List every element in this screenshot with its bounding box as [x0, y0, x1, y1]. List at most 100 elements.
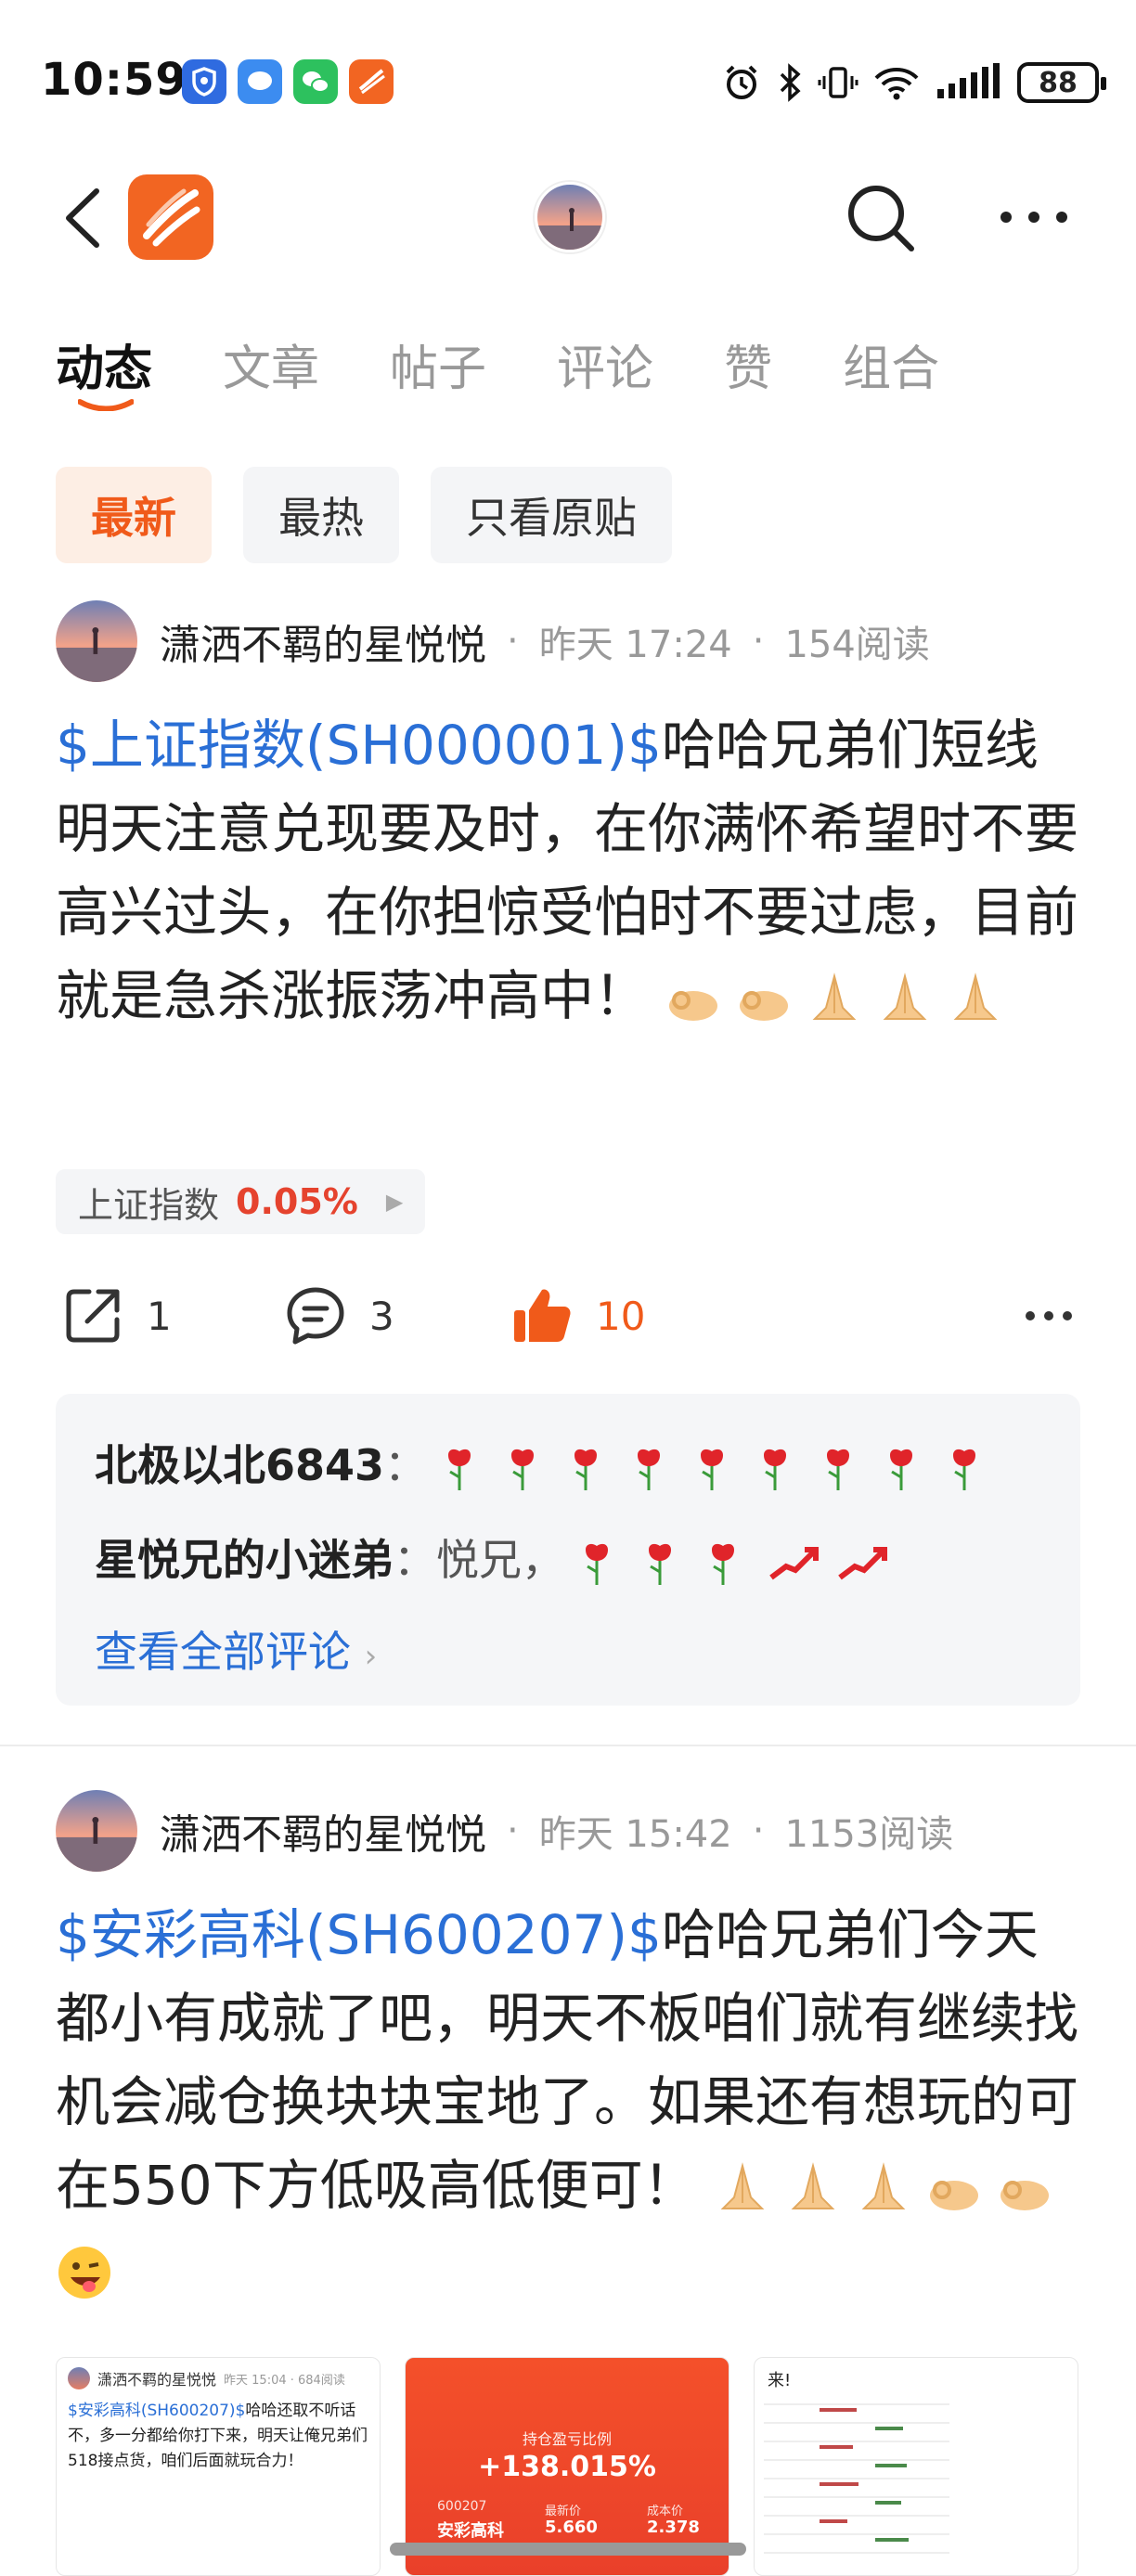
rose-emoji-icon	[711, 1543, 734, 1585]
app-logo[interactable]	[128, 174, 213, 260]
share-button[interactable]: 1	[61, 1279, 172, 1353]
caret-right-icon: ▶	[385, 1189, 404, 1215]
rose-emoji-icon	[447, 1449, 471, 1490]
post-actions: 1 3 10	[56, 1279, 1080, 1353]
filter-hottest[interactable]: 最热	[243, 467, 399, 563]
chat-bubble-app-icon	[238, 59, 282, 104]
tab-portfolio[interactable]: 组合	[843, 329, 939, 399]
ok-hand-emoji-icon	[740, 990, 789, 1021]
like-button[interactable]: 10	[510, 1279, 645, 1353]
author-name[interactable]: 潇洒不羁的星悦悦	[160, 612, 486, 671]
trend-up-emoji-icon	[768, 1546, 819, 1579]
winking-tongue-emoji-icon	[58, 2246, 110, 2299]
author-avatar[interactable]	[56, 1790, 137, 1872]
rose-emoji-icon	[574, 1449, 597, 1490]
thumbs-up-icon	[514, 1289, 571, 1342]
author-name[interactable]: 潇洒不羁的星悦悦	[160, 1801, 486, 1861]
post-content[interactable]: $上证指数(SH000001)$哈哈兄弟们短线明天注意兑现要及时，在你满怀希望时…	[56, 703, 1080, 1037]
praying-hands-emoji-icon	[720, 2161, 765, 2209]
thumb-text: $安彩高科(SH600207)$哈哈还取不听话不，多一分都给你打下来，明天让俺兄…	[68, 2399, 370, 2474]
back-arrow-icon[interactable]	[56, 186, 115, 251]
quote-change: 0.05%	[236, 1181, 358, 1222]
post-meta-dot: ·	[507, 1810, 519, 1852]
rose-emoji-icon	[510, 1449, 534, 1490]
tab-posts[interactable]: 帖子	[390, 329, 486, 399]
rose-emoji-icon	[648, 1543, 671, 1585]
alarm-icon	[726, 65, 757, 99]
thumb-table-preview	[764, 2403, 949, 2554]
rose-emoji-icon	[637, 1449, 660, 1490]
tab-comments[interactable]: 评论	[557, 329, 653, 399]
see-all-label: 查看全部评论	[95, 1627, 351, 1677]
comment-text: ：	[384, 1440, 428, 1490]
tab-likes[interactable]: 赞	[724, 329, 772, 399]
thumb-cost: 2.378	[647, 2518, 700, 2537]
battery-indicator: 88	[1017, 62, 1106, 103]
home-indicator[interactable]	[390, 2543, 746, 2556]
post-reads: 154阅读	[784, 624, 930, 666]
thumb-stock-name: 安彩高科	[437, 2521, 504, 2541]
filter-pills: 最新 最热 只看原贴	[56, 467, 672, 563]
see-all-comments-link[interactable]: 查看全部评论 ›	[95, 1607, 1041, 1701]
quote-name: 上证指数	[78, 1184, 220, 1226]
post-header: 潇洒不羁的星悦悦 · 昨天 17:24 · 154阅读	[56, 599, 930, 683]
chevron-right-icon: ›	[364, 1638, 378, 1675]
wechat-app-icon	[293, 59, 338, 104]
ok-hand-emoji-icon	[1000, 2180, 1050, 2210]
comment-item[interactable]: 北极以北6843：	[95, 1418, 1041, 1513]
search-icon[interactable]	[841, 178, 921, 258]
tab-label: 动态	[56, 341, 153, 397]
filter-original-only[interactable]: 只看原贴	[431, 467, 672, 563]
stock-quote-tag[interactable]: 上证指数 0.05% ▶	[56, 1169, 426, 1234]
vibrate-icon	[818, 67, 858, 98]
comment-item[interactable]: 星悦兄的小迷弟：悦兄，	[95, 1513, 1041, 1607]
comment-user[interactable]: 星悦兄的小迷弟	[95, 1535, 394, 1585]
post-image-thumbnail[interactable]: 来!	[754, 2357, 1078, 2576]
stock-link[interactable]: $上证指数(SH000001)$	[56, 714, 662, 777]
ok-hand-emoji-icon	[930, 2180, 979, 2210]
comment-text: ：悦兄，	[394, 1535, 564, 1585]
rose-emoji-icon	[826, 1449, 849, 1490]
post-image-thumbnail[interactable]: 潇洒不羁的星悦悦 昨天 15:04 · 684阅读 $安彩高科(SH600207…	[56, 2357, 381, 2576]
tab-dynamics[interactable]: 动态	[56, 329, 153, 411]
stock-link[interactable]: $安彩高科(SH600207)$	[56, 1903, 662, 1966]
active-tab-underline	[78, 399, 134, 411]
share-count: 1	[147, 1293, 172, 1339]
wifi-icon	[874, 68, 919, 100]
status-icons: 88	[720, 58, 1106, 108]
shield-app-icon	[182, 59, 226, 104]
share-icon	[66, 1289, 120, 1343]
stock-app-mini-icon	[349, 59, 394, 104]
praying-hands-emoji-icon	[884, 972, 927, 1020]
bluetooth-icon	[780, 63, 801, 102]
more-options-icon[interactable]	[997, 206, 1071, 228]
rose-emoji-icon	[700, 1449, 723, 1490]
post-meta-dot: ·	[752, 1810, 765, 1852]
thumb-author: 潇洒不羁的星悦悦	[97, 2371, 217, 2389]
ok-hand-emoji-icon	[669, 990, 718, 1021]
comment-icon	[287, 1287, 344, 1345]
tab-articles[interactable]: 文章	[223, 329, 319, 399]
thumb-latest: 5.660	[545, 2518, 598, 2537]
thumb-avatar	[68, 2367, 90, 2389]
status-time: 10:59	[41, 54, 187, 106]
author-avatar[interactable]	[56, 600, 137, 682]
praying-hands-emoji-icon	[791, 2161, 835, 2209]
post-content[interactable]: $安彩高科(SH600207)$哈哈兄弟们今天都小有成就了吧，明天不板咱们就有继…	[56, 1893, 1080, 2311]
thumb-label: 持仓盈亏比例	[522, 2430, 612, 2448]
comment-button[interactable]: 3	[284, 1279, 394, 1353]
user-avatar-center[interactable]	[535, 182, 605, 252]
thumb-meta: 昨天 15:04 · 684阅读	[224, 2373, 345, 2388]
thumb-code: 600207	[437, 2499, 487, 2514]
post-reads: 1153阅读	[784, 1813, 954, 1856]
post-meta-dot: ·	[752, 620, 765, 663]
rose-emoji-icon	[889, 1449, 912, 1490]
comment-user[interactable]: 北极以北6843	[95, 1440, 384, 1490]
filter-latest[interactable]: 最新	[56, 467, 212, 563]
post-more-icon[interactable]	[1023, 1307, 1075, 1325]
post-header: 潇洒不羁的星悦悦 · 昨天 15:42 · 1153阅读	[56, 1789, 953, 1873]
post-time: 昨天 17:24	[538, 624, 732, 666]
signal-icon	[937, 63, 1000, 98]
praying-hands-emoji-icon	[861, 2161, 906, 2209]
like-count: 10	[596, 1293, 646, 1339]
